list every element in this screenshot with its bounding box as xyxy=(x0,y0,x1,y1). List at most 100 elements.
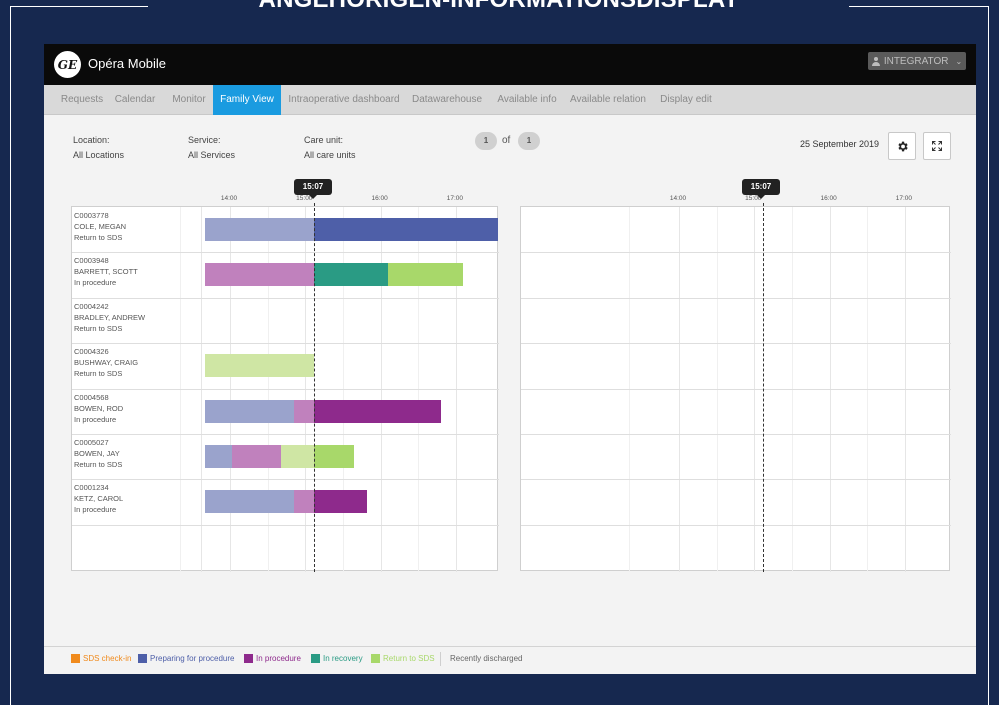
patient-id: C0003948 xyxy=(74,256,109,266)
row-divider xyxy=(521,343,951,345)
patient-row-info[interactable]: C0001234 KETZ, CAROL In procedure xyxy=(74,482,123,515)
settings-button[interactable] xyxy=(888,132,916,160)
tab-display-edit[interactable]: Display edit xyxy=(658,85,714,115)
row-divider xyxy=(72,252,499,254)
patient-name: BARRETT, SCOTT xyxy=(74,267,138,277)
legend-item-sds-checkin: SDS check-in xyxy=(71,654,131,663)
time-tick-label: 16:00 xyxy=(371,195,388,202)
time-tick-label: 17:00 xyxy=(895,195,913,202)
time-tick-label: 17:00 xyxy=(446,195,464,202)
status-bar-segment[interactable] xyxy=(388,263,464,287)
legend-item-in-procedure: In procedure xyxy=(244,654,301,663)
patient-row-info[interactable]: C0004326 BUSHWAY, CRAIG Return to SDS xyxy=(74,346,138,379)
now-marker-label-right: 15:07 xyxy=(742,179,780,199)
nav-bar: Requests Calendar Monitor Family View In… xyxy=(44,85,976,115)
status-bar-segment[interactable] xyxy=(314,445,355,468)
user-menu-button[interactable]: INTEGRATOR ⌄ xyxy=(868,52,966,70)
tab-family-view[interactable]: Family View xyxy=(213,85,281,115)
patient-name: KETZ, CAROL xyxy=(74,494,124,504)
legend-item-return-to-sds: Return to SDS xyxy=(371,654,435,663)
legend-swatch xyxy=(71,654,80,663)
tab-calendar[interactable]: Calendar xyxy=(112,85,158,115)
patient-name: BOWEN, ROD xyxy=(74,403,124,413)
status-bar-segment[interactable] xyxy=(314,263,389,287)
patient-id: C0004568 xyxy=(74,392,109,402)
status-bar-segment[interactable] xyxy=(204,263,315,287)
tab-available-relation[interactable]: Available relation xyxy=(568,85,648,115)
pager-total-pages[interactable]: 1 xyxy=(518,132,540,150)
legend-swatch xyxy=(311,654,320,663)
ge-logo-icon: GE xyxy=(54,51,81,78)
status-bar-segment[interactable] xyxy=(204,399,294,423)
left-timeline-panel: C0003778 COLE, MEGAN Return to SDS C0003948… xyxy=(71,203,499,572)
patient-row-info[interactable]: C0003948 BARRETT, SCOTT In procedure xyxy=(74,255,138,288)
row-divider xyxy=(72,479,499,481)
user-icon xyxy=(871,56,880,66)
legend-label: SDS check-in xyxy=(83,654,132,663)
pager-of-label: of xyxy=(502,135,511,146)
service-filter-value[interactable]: All Services xyxy=(188,150,235,160)
status-bar-segment[interactable] xyxy=(314,490,367,514)
patient-id: C0003778 xyxy=(74,211,109,220)
status-bar-segment[interactable] xyxy=(204,490,294,514)
row-divider xyxy=(521,252,951,254)
row-divider xyxy=(72,297,499,299)
patient-row-info[interactable]: C0004568 BOWEN, ROD In procedure xyxy=(74,392,123,425)
legend-label: In procedure xyxy=(256,654,301,663)
tab-available-info[interactable]: Available info xyxy=(494,85,560,115)
patient-status: Return to SDS xyxy=(74,323,123,333)
app-window: GE Opéra Mobile INTEGRATOR ⌄ Requests Ca… xyxy=(44,44,976,674)
patient-id: C0004326 xyxy=(74,347,109,357)
legend-label: Preparing for procedure xyxy=(150,654,235,663)
patient-row-info[interactable]: C0005027 BOWEN, JAY Return to SDS xyxy=(74,437,122,470)
row-divider xyxy=(521,297,951,299)
patient-id: C0005027 xyxy=(74,438,109,447)
legend-label: In recovery xyxy=(323,654,363,663)
patient-name: BUSHWAY, CRAIG xyxy=(74,358,139,368)
patient-status: Return to SDS xyxy=(74,369,123,379)
patient-row-info[interactable]: C0004242 BRADLEY, ANDREW Return to SDS xyxy=(74,301,145,334)
tab-intraoperative-dashboard[interactable]: Intraoperative dashboard xyxy=(287,85,401,115)
chevron-down-icon: ⌄ xyxy=(955,56,963,66)
status-bar-segment[interactable] xyxy=(314,218,498,241)
status-bar-segment[interactable] xyxy=(294,399,315,423)
row-divider xyxy=(521,479,951,481)
now-marker-label: 15:07 xyxy=(294,179,332,199)
status-bar-segment[interactable] xyxy=(204,218,315,241)
row-divider xyxy=(72,524,499,526)
banner-title: ANGEHÖRIGEN-INFORMATIONSDISPLAY xyxy=(150,0,848,14)
patient-status: In procedure xyxy=(74,414,117,424)
patient-name: BOWEN, JAY xyxy=(74,449,120,458)
patient-id: C0001234 xyxy=(74,483,109,493)
status-bar-segment[interactable] xyxy=(204,445,233,468)
location-filter-value[interactable]: All Locations xyxy=(73,150,124,160)
time-tick-label: 16:00 xyxy=(820,195,837,202)
fullscreen-button[interactable] xyxy=(923,132,951,160)
patient-status: Return to SDS xyxy=(74,233,123,242)
care-unit-filter-label: Care unit: xyxy=(304,135,344,145)
legend-swatch xyxy=(244,654,253,663)
legend-item-preparing: Preparing for procedure xyxy=(138,654,235,663)
care-unit-filter-value[interactable]: All care units xyxy=(304,150,356,160)
row-divider xyxy=(521,434,951,435)
tab-monitor[interactable]: Monitor xyxy=(168,85,210,115)
row-divider xyxy=(521,388,951,390)
row-divider xyxy=(72,434,499,435)
pager-current-page[interactable]: 1 xyxy=(475,132,497,150)
status-bar-segment[interactable] xyxy=(232,445,282,468)
gear-icon xyxy=(897,141,908,151)
status-bar-segment[interactable] xyxy=(281,445,315,468)
banner-rule-left xyxy=(10,6,148,7)
time-tick-label: 14:00 xyxy=(220,195,238,202)
legend-item-recently-discharged: Recently discharged xyxy=(450,654,523,663)
status-bar-segment[interactable] xyxy=(204,354,315,378)
tab-requests[interactable]: Requests xyxy=(56,85,108,115)
tab-datawarehouse[interactable]: Datawarehouse xyxy=(410,85,484,115)
banner-rule-right xyxy=(849,6,989,7)
time-tick-label: 14:00 xyxy=(669,195,687,202)
patient-row-info[interactable]: C0003778 COLE, MEGAN Return to SDS xyxy=(74,210,126,243)
now-time-line xyxy=(314,203,316,572)
status-bar-segment[interactable] xyxy=(294,490,315,514)
status-bar-segment[interactable] xyxy=(314,399,441,423)
expand-icon xyxy=(932,141,942,151)
